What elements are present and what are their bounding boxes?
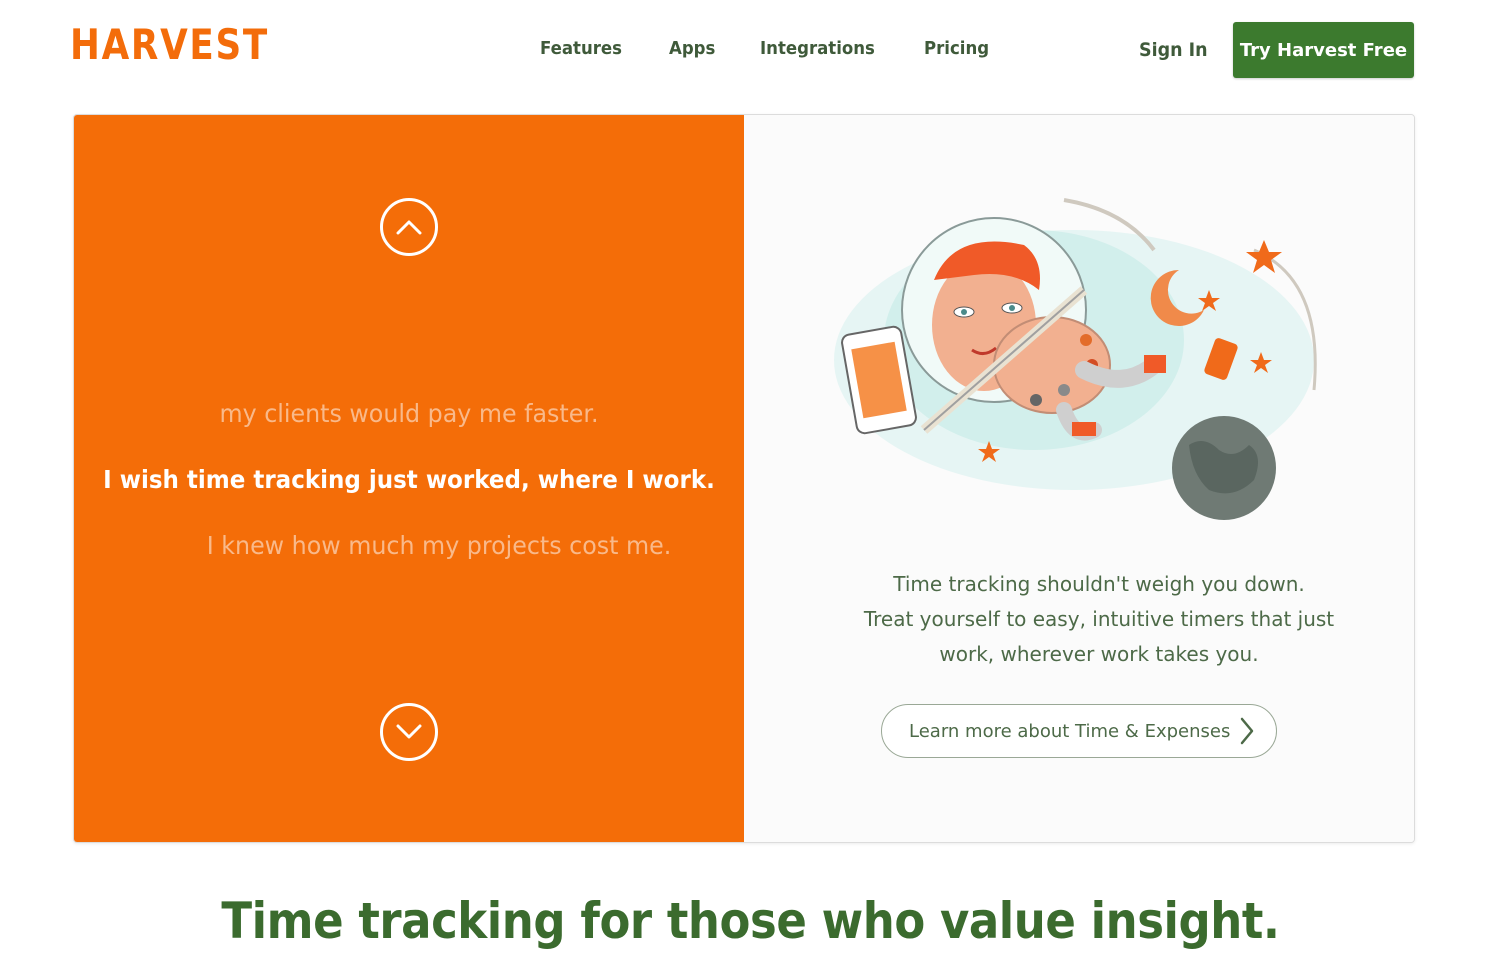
chevron-right-icon [1240, 717, 1254, 745]
chevron-down-icon [396, 724, 422, 739]
hero-description: Time tracking shouldn't weigh you down. … [784, 567, 1414, 672]
hero-description-line-3: work, wherever work takes you. [939, 642, 1259, 666]
hero-info-panel: Time tracking shouldn't weigh you down. … [744, 115, 1414, 842]
phrase-previous: my clients would pay me faster. [219, 399, 599, 428]
tagline-heading: Time tracking for those who value insigh… [221, 892, 1280, 950]
hero-description-line-2: Treat yourself to easy, intuitive timers… [863, 607, 1335, 631]
phrase-next: I knew how much my projects cost me. [206, 531, 672, 560]
astronaut-painter-illustration [834, 198, 1317, 520]
learn-more-label: Learn more about Time & Expenses [909, 720, 1231, 742]
nav-integrations[interactable]: Integrations [760, 38, 875, 59]
chevron-up-icon [396, 220, 422, 235]
try-harvest-free-button[interactable]: Try Harvest Free [1233, 22, 1414, 78]
hero-description-line-1: Time tracking shouldn't weigh you down. [893, 572, 1305, 596]
nav-pricing[interactable]: Pricing [924, 38, 989, 59]
learn-more-button[interactable]: Learn more about Time & Expenses [881, 704, 1277, 758]
main-nav: Features Apps Integrations Pricing [540, 38, 995, 59]
scroll-up-button[interactable] [380, 198, 438, 256]
scroll-down-button[interactable] [380, 703, 438, 761]
nav-features[interactable]: Features [540, 38, 622, 59]
harvest-logo[interactable]: HARVEST [70, 24, 269, 66]
hero-card: my clients would pay me faster. I wish t… [73, 114, 1415, 843]
site-header: HARVEST Features Apps Integrations Prici… [0, 0, 1501, 100]
hero-phrase-panel: my clients would pay me faster. I wish t… [74, 115, 744, 842]
nav-apps[interactable]: Apps [669, 38, 715, 59]
sign-in-link[interactable]: Sign In [1139, 39, 1208, 61]
phrase-current: I wish time tracking just worked, where … [103, 465, 715, 494]
